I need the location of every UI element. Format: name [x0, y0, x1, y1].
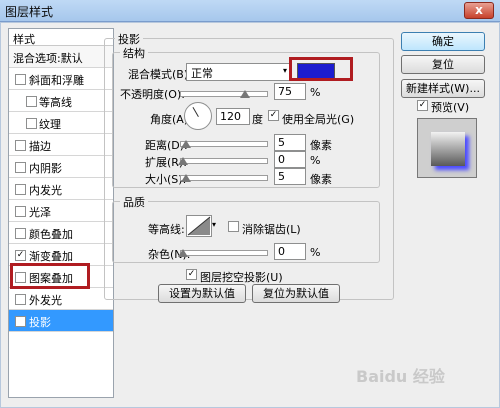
style-item-bevel-emboss[interactable]: 斜面和浮雕 — [9, 68, 113, 90]
window-title: 图层样式 — [5, 5, 54, 19]
contour-dropdown-icon[interactable]: ▾ — [212, 220, 216, 229]
quality-title: 品质 — [120, 194, 148, 210]
highlight-box — [10, 263, 90, 289]
checkbox[interactable] — [15, 294, 26, 305]
style-item-contour[interactable]: 等高线 — [9, 90, 113, 112]
style-item-outer-glow[interactable]: 外发光 — [9, 288, 113, 310]
structure-title: 结构 — [120, 45, 148, 61]
reset-default-button[interactable]: 复位为默认值 — [252, 284, 340, 303]
style-item-satin[interactable]: 光泽 — [9, 200, 113, 222]
checkbox[interactable] — [15, 140, 26, 151]
opacity-slider[interactable] — [180, 91, 268, 97]
make-default-button[interactable]: 设置为默认值 — [158, 284, 246, 303]
watermark: Baidu 经验 — [356, 367, 445, 386]
checkbox[interactable] — [26, 118, 37, 129]
blend-mode-label: 混合模式(B): — [128, 68, 192, 81]
size-slider[interactable] — [180, 175, 268, 181]
global-light-label: 使用全局光(G) — [282, 113, 355, 126]
style-item-texture[interactable]: 纹理 — [9, 112, 113, 134]
checkbox[interactable] — [15, 162, 26, 173]
global-light-checkbox[interactable]: ✓ — [268, 110, 279, 121]
knockout-checkbox[interactable]: ✓ — [186, 269, 197, 280]
spread-unit: % — [310, 154, 321, 167]
checkbox[interactable]: ✓ — [15, 316, 26, 327]
opacity-input[interactable]: 75 — [274, 83, 306, 100]
preview-thumbnail — [431, 132, 465, 166]
knockout-label: 图层挖空投影(U) — [200, 271, 283, 284]
style-item-stroke[interactable]: 描边 — [9, 134, 113, 156]
new-style-button[interactable]: 新建样式(W)... — [401, 79, 485, 98]
close-button[interactable]: x — [464, 2, 494, 19]
style-preview — [417, 118, 477, 178]
contour-label: 等高线: — [148, 223, 185, 236]
distance-slider-handle[interactable] — [181, 140, 191, 148]
checkbox[interactable]: ✓ — [15, 250, 26, 261]
angle-input[interactable]: 120 — [216, 108, 250, 125]
blend-mode-select[interactable]: 正常 ▾ — [186, 63, 290, 81]
antialias-checkbox[interactable] — [228, 221, 239, 232]
style-item-inner-shadow[interactable]: 内阴影 — [9, 156, 113, 178]
spread-slider-handle[interactable] — [178, 157, 188, 165]
noise-slider-handle[interactable] — [178, 249, 188, 257]
spread-input[interactable]: 0 — [274, 151, 306, 168]
noise-unit: % — [310, 246, 321, 259]
angle-hand — [192, 106, 199, 117]
distance-slider[interactable] — [180, 141, 268, 147]
blend-mode-value: 正常 — [191, 67, 213, 80]
style-list: 样式 混合选项:默认 斜面和浮雕 等高线 纹理 描边 内阴影 内发光 光泽 颜色… — [8, 28, 114, 398]
style-item-color-overlay[interactable]: 颜色叠加 — [9, 222, 113, 244]
highlight-box — [289, 57, 353, 81]
opacity-label: 不透明度(O): — [120, 88, 185, 101]
opacity-slider-handle[interactable] — [240, 90, 250, 98]
size-slider-handle[interactable] — [181, 174, 191, 182]
style-item-blend-options[interactable]: 混合选项:默认 — [9, 46, 113, 68]
ok-button[interactable]: 确定 — [401, 32, 485, 51]
style-item-drop-shadow[interactable]: ✓ 投影 — [9, 310, 113, 332]
checkbox[interactable] — [15, 184, 26, 195]
opacity-unit: % — [310, 86, 321, 99]
size-input[interactable]: 5 — [274, 168, 306, 185]
style-item-inner-glow[interactable]: 内发光 — [9, 178, 113, 200]
checkbox[interactable] — [15, 228, 26, 239]
preview-checkbox[interactable]: ✓ — [417, 100, 428, 111]
antialias-label: 消除锯齿(L) — [242, 223, 301, 236]
reset-button[interactable]: 复位 — [401, 55, 485, 74]
distance-input[interactable]: 5 — [274, 134, 306, 151]
checkbox[interactable] — [26, 96, 37, 107]
checkbox[interactable] — [15, 206, 26, 217]
checkbox[interactable] — [15, 74, 26, 85]
preview-label: 预览(V) — [431, 101, 470, 114]
spread-slider[interactable] — [180, 158, 268, 164]
style-list-header: 样式 — [9, 29, 113, 46]
contour-preview[interactable] — [186, 215, 212, 237]
noise-slider[interactable] — [180, 250, 268, 256]
size-unit: 像素 — [310, 173, 332, 186]
noise-input[interactable]: 0 — [274, 243, 306, 260]
distance-unit: 像素 — [310, 139, 332, 152]
contour-curve-icon — [187, 216, 211, 236]
angle-unit: 度 — [252, 113, 263, 126]
chevron-down-icon: ▾ — [282, 66, 287, 75]
title-bar: 图层样式 x — [0, 0, 500, 22]
angle-dial[interactable] — [184, 102, 212, 130]
